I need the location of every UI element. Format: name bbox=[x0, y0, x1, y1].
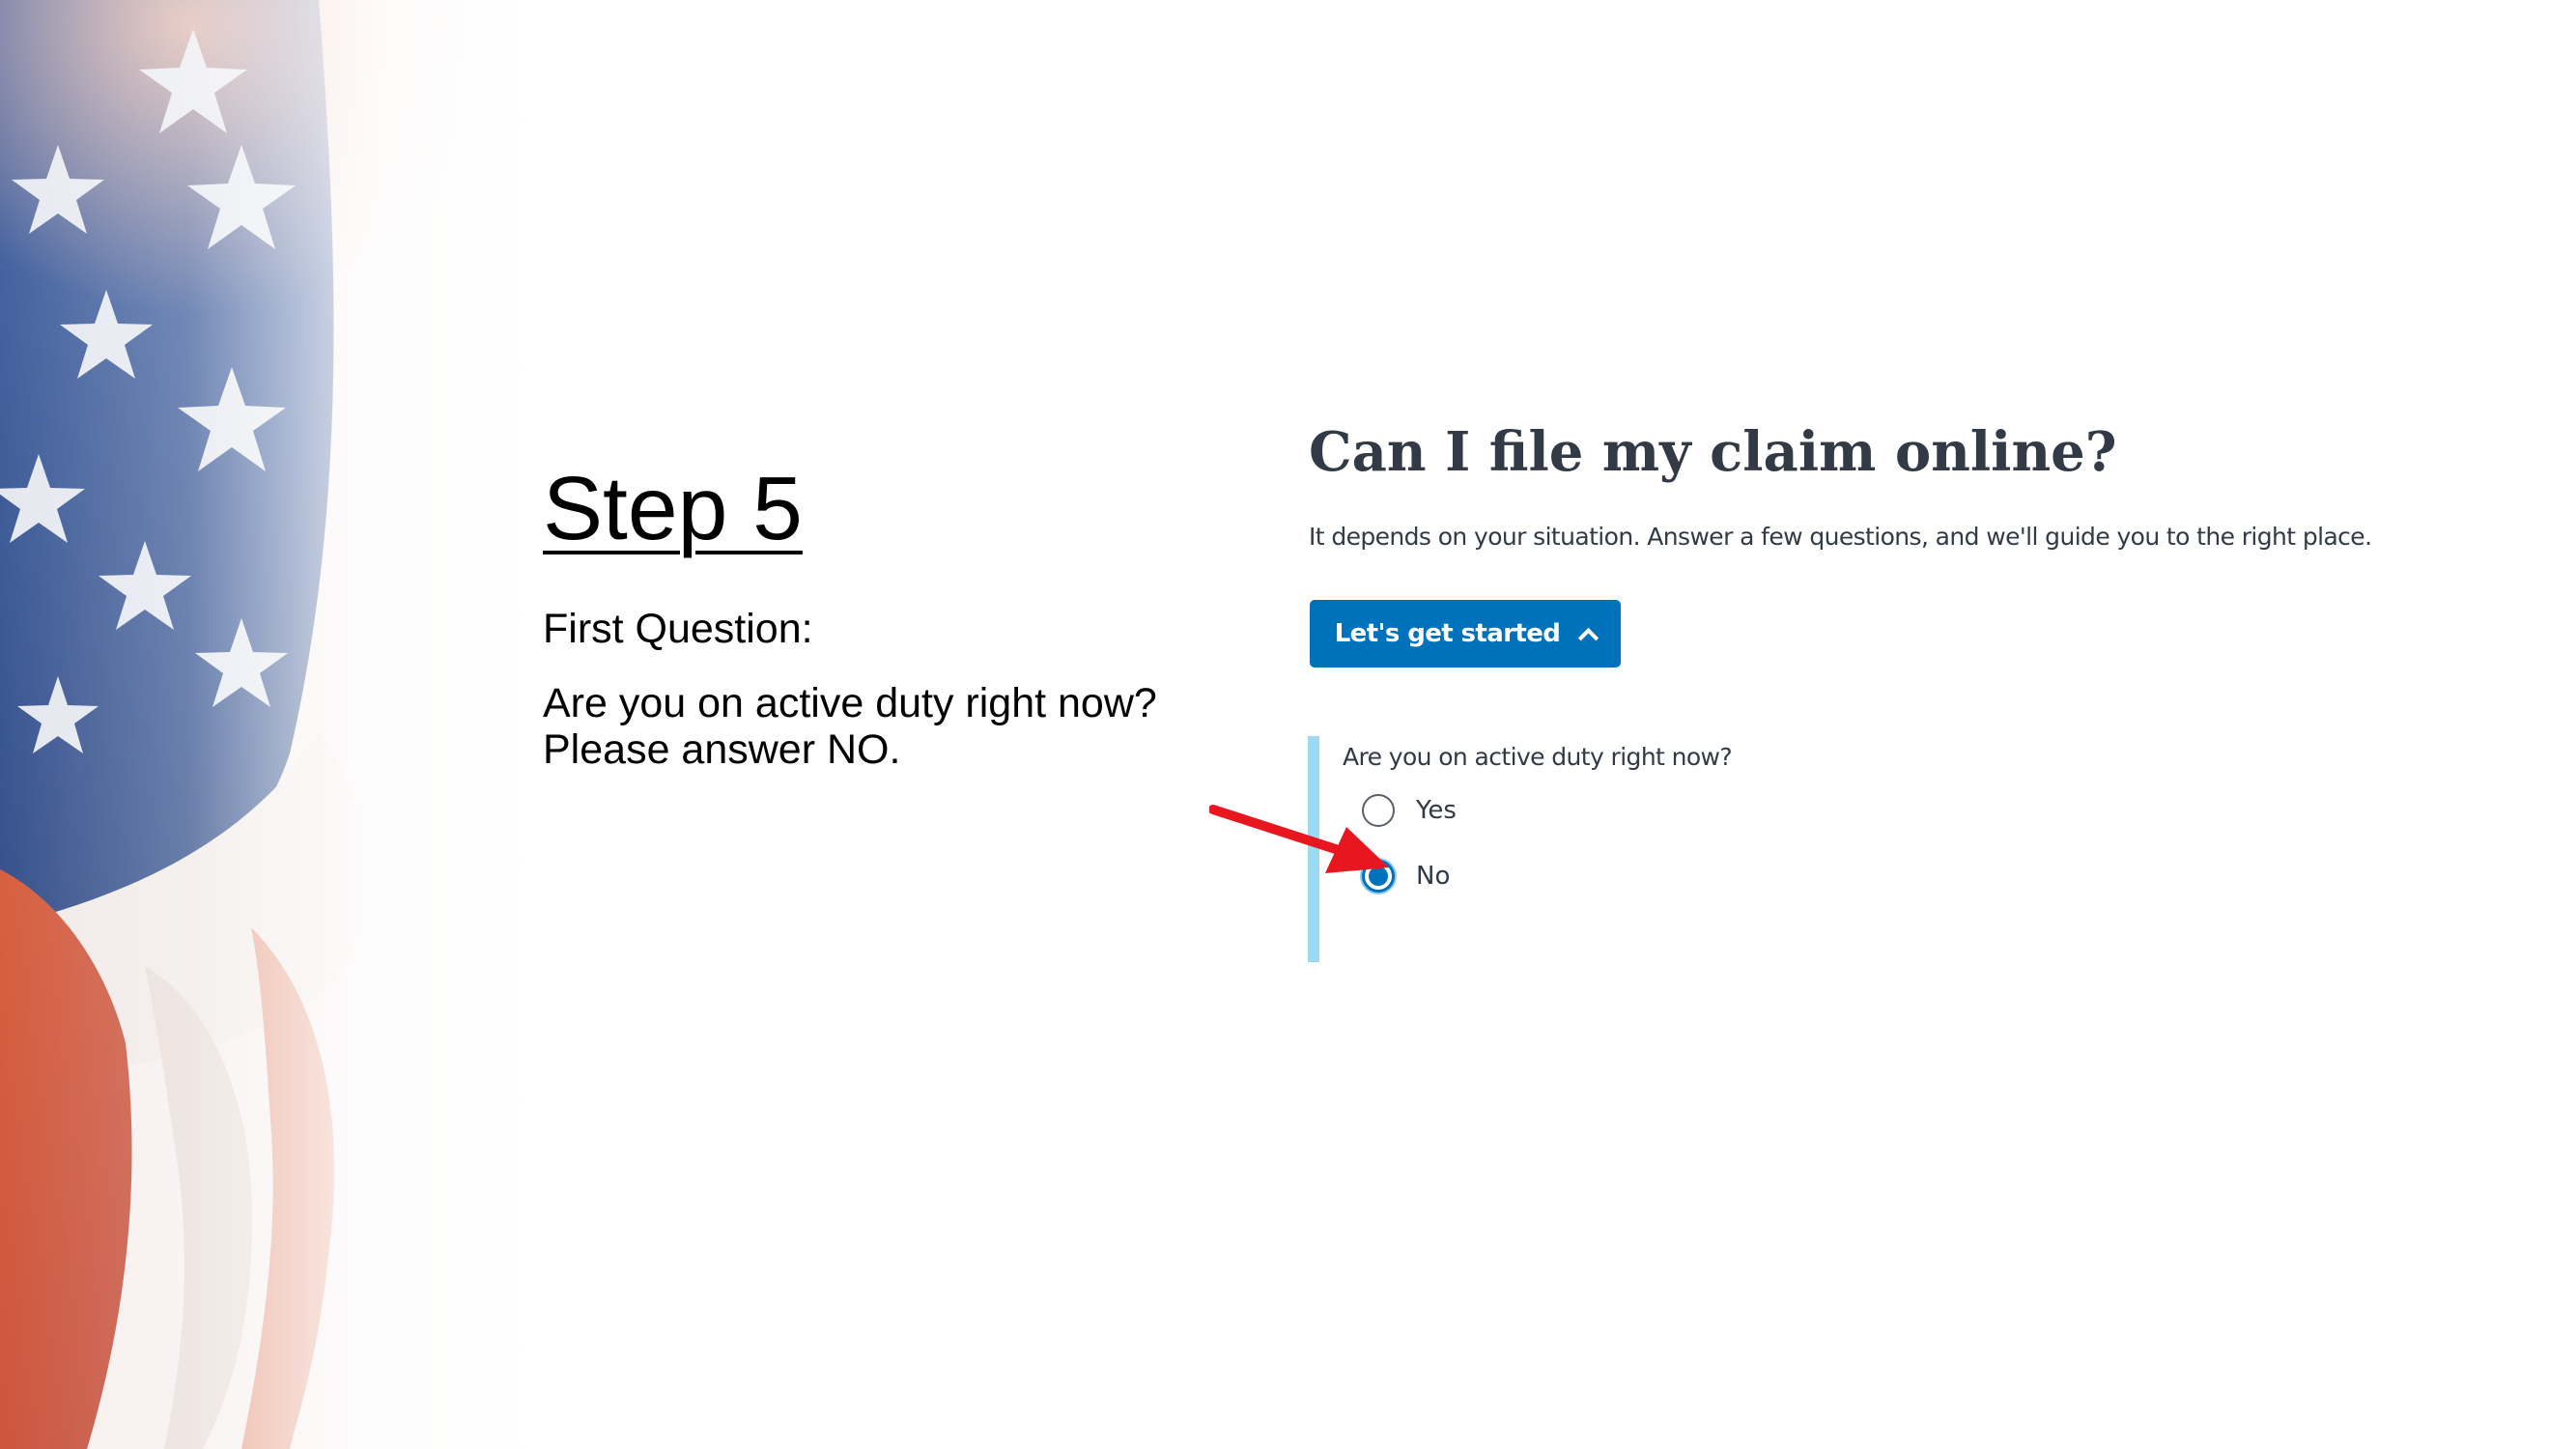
radio-yes-label: Yes bbox=[1416, 796, 1457, 825]
chevron-up-icon bbox=[1578, 627, 1599, 648]
red-arrow-icon bbox=[1209, 805, 1389, 873]
instruction-text: Are you on active duty right now? Please… bbox=[543, 680, 1157, 773]
instruction-line-question: Are you on active duty right now? bbox=[543, 680, 1157, 726]
radio-no-label: No bbox=[1416, 862, 1451, 891]
lets-get-started-label: Let's get started bbox=[1334, 619, 1561, 648]
instruction-line-answer: Please answer NO. bbox=[543, 726, 901, 773]
flag-background-image bbox=[0, 0, 541, 1449]
claim-online-subtext: It depends on your situation. Answer a f… bbox=[1309, 523, 2372, 551]
step-title: Step 5 bbox=[543, 458, 803, 558]
first-question-label: First Question: bbox=[543, 606, 813, 652]
active-duty-question-label: Are you on active duty right now? bbox=[1343, 743, 1733, 771]
claim-online-heading: Can I file my claim online? bbox=[1309, 420, 2117, 484]
lets-get-started-button[interactable]: Let's get started bbox=[1310, 600, 1621, 668]
